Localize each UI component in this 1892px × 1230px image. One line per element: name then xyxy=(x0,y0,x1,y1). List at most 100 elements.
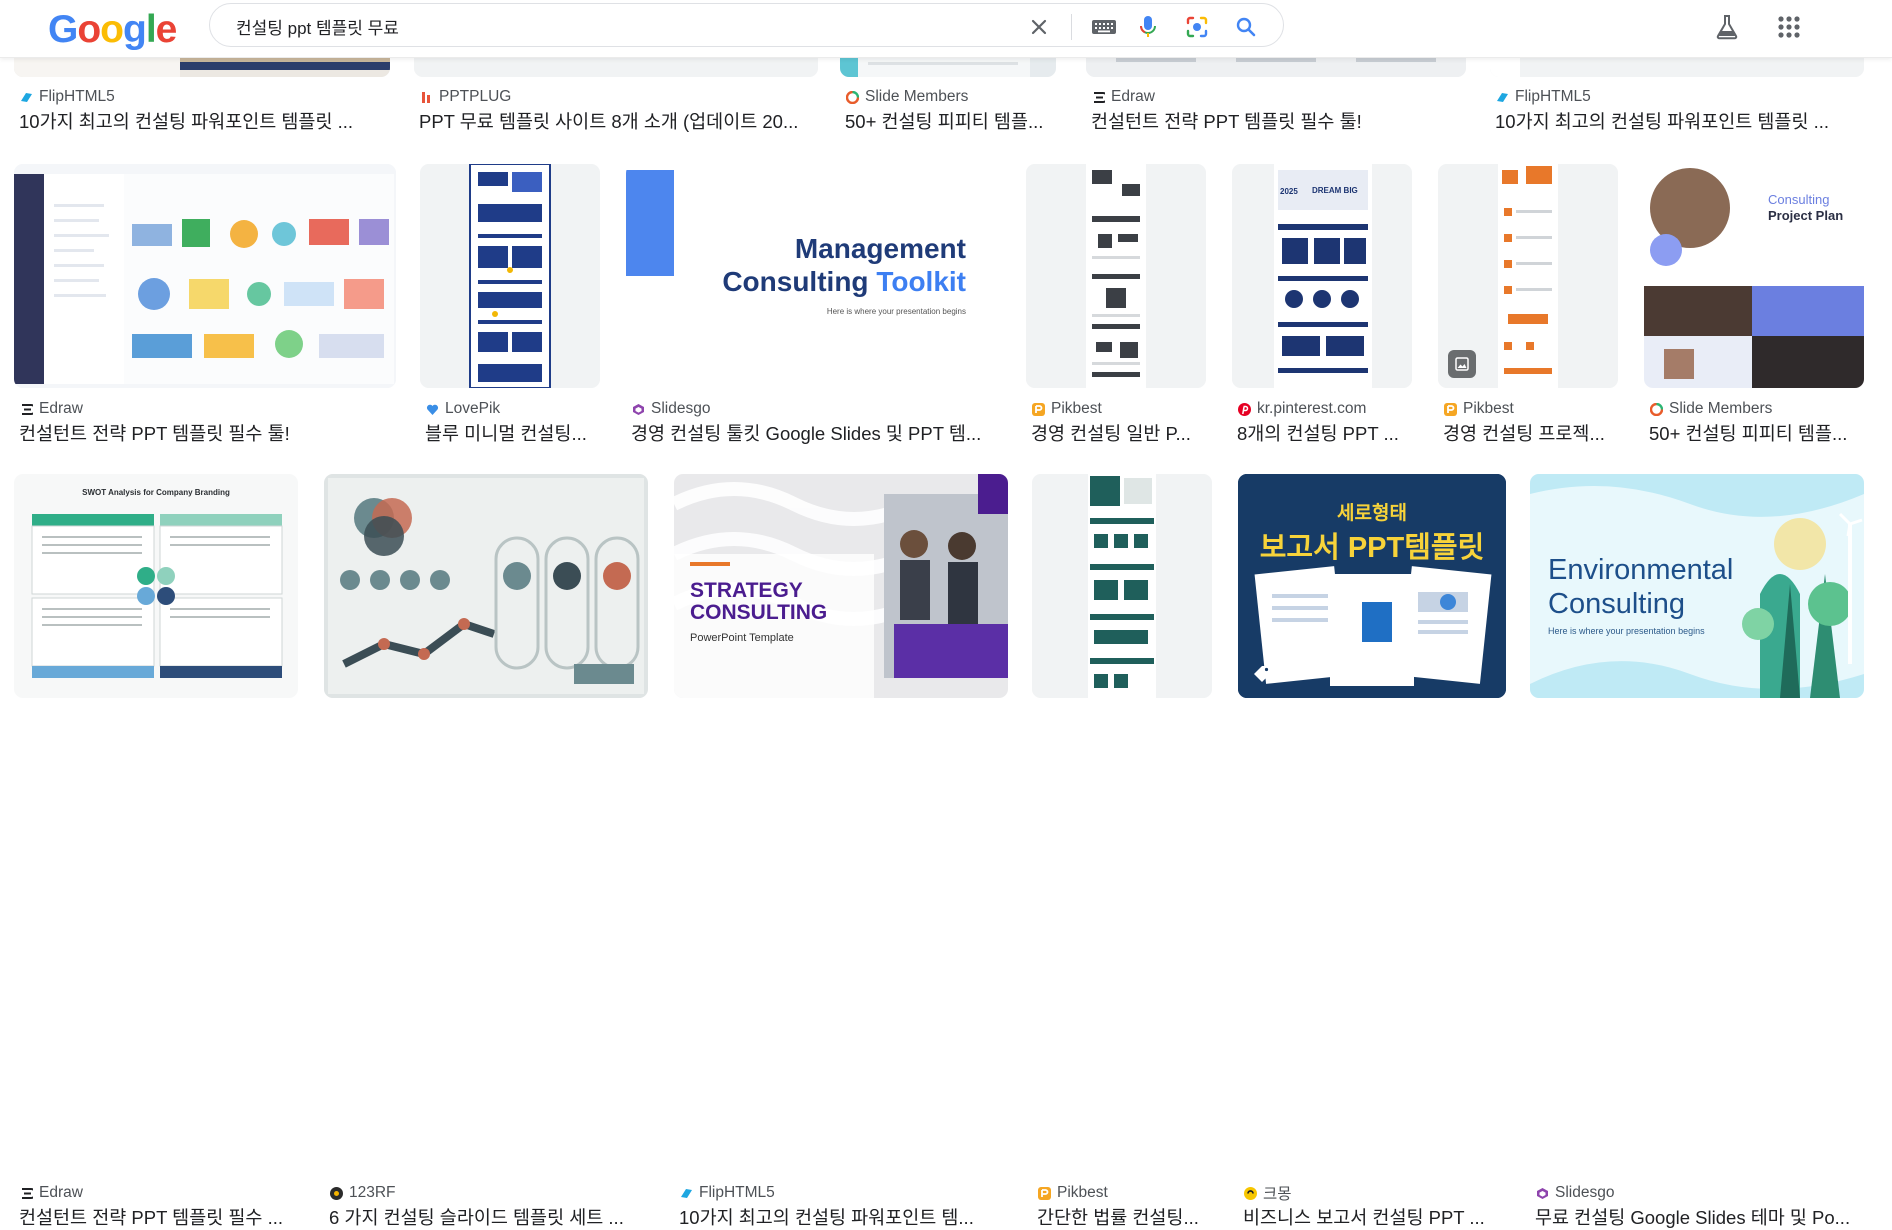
thumb-subtitle: Here is where your presentation begins xyxy=(826,307,966,316)
thumb-heading: Consulting xyxy=(1548,588,1686,620)
result-source: Pikbest xyxy=(1463,400,1514,417)
thumb-heading: Project Plan xyxy=(1768,208,1844,223)
result-source: Slide Members xyxy=(865,88,969,105)
fliphtml5-favicon-icon xyxy=(680,1187,693,1200)
pikbest-favicon-icon xyxy=(1444,402,1457,416)
result-thumbnail[interactable] xyxy=(420,164,600,388)
fliphtml5-favicon-icon xyxy=(20,91,33,104)
result-thumbnail[interactable] xyxy=(1438,164,1618,388)
google-logo-letters: Google xyxy=(48,8,177,52)
result-thumbnail[interactable]: 2025 DREAM BIG xyxy=(1232,164,1412,388)
result-title[interactable]: 컨설턴트 전략 PPT 템플릿 필수 툴! xyxy=(1091,108,1467,134)
logo-letter: g xyxy=(123,8,147,51)
google-lens-icon[interactable] xyxy=(1184,14,1210,40)
close-icon[interactable] xyxy=(1026,14,1052,40)
result-title[interactable]: 경영 컨설팅 툴킷 Google Slides 및 PPT 템... xyxy=(631,420,1001,446)
search-divider xyxy=(1071,14,1072,40)
thumb-heading: Management xyxy=(794,233,966,264)
pinterest-favicon-icon xyxy=(1238,402,1251,416)
slidesgo-favicon-icon xyxy=(1536,1187,1549,1200)
result-title[interactable]: PPT 무료 템플릿 사이트 8개 소개 (업데이트 20... xyxy=(419,108,819,134)
flask-icon[interactable] xyxy=(1710,10,1744,44)
thumb-heading: Consulting xyxy=(1768,192,1830,207)
result-source: LovePik xyxy=(445,400,501,417)
result-source: kr.pinterest.com xyxy=(1257,400,1367,417)
pikbest-favicon-icon xyxy=(1038,1186,1051,1200)
thumb-heading: STRATEGY xyxy=(690,579,803,602)
thumb-heading: Environmental xyxy=(1548,554,1734,586)
result-source: Edraw xyxy=(1111,88,1155,105)
fliphtml5-favicon-icon xyxy=(1496,91,1509,104)
slidemembers-favicon-icon xyxy=(846,90,859,104)
thumb-heading: CONSULTING xyxy=(690,601,828,624)
search-box[interactable] xyxy=(209,3,1284,47)
google-logo[interactable]: Google xyxy=(48,8,177,52)
result-title[interactable]: 간단한 법률 컨설팅... xyxy=(1037,1204,1213,1230)
thumb-subtitle: PowerPoint Template xyxy=(690,632,794,644)
result-source: FlipHTML5 xyxy=(1515,88,1591,105)
result-title[interactable]: 무료 컨설팅 Google Slides 테마 및 Po... xyxy=(1535,1204,1865,1230)
keyboard-icon[interactable] xyxy=(1090,14,1118,40)
thumb-heading-accent: Toolkit xyxy=(876,266,966,297)
logo-letter: l xyxy=(145,8,157,51)
logo-letter: o xyxy=(77,8,101,51)
123rf-favicon-icon xyxy=(330,1186,343,1200)
result-title[interactable]: 6 가지 컨설팅 슬라이드 템플릿 세트 ... xyxy=(329,1204,649,1230)
result-thumbnail[interactable]: Management Consulting Toolkit Here is wh… xyxy=(626,164,1000,388)
microphone-icon[interactable] xyxy=(1135,14,1161,40)
result-title[interactable]: 50+ 컨설팅 피피티 템플... xyxy=(845,108,1057,134)
result-thumbnail[interactable] xyxy=(14,164,396,388)
tag-icon xyxy=(1248,660,1276,688)
result-source: Edraw xyxy=(39,1184,83,1201)
result-thumbnail[interactable]: 세로형태 보고서 PPT템플릿 xyxy=(1238,474,1506,698)
logo-letter: o xyxy=(100,8,124,51)
lovepik-favicon-icon xyxy=(426,403,439,416)
image-badge-icon xyxy=(1448,350,1476,378)
result-source: PPTPLUG xyxy=(439,88,512,105)
edraw-favicon-icon xyxy=(20,403,33,416)
result-title[interactable]: 10가지 최고의 컨설팅 파워포인트 템플릿 ... xyxy=(19,108,391,134)
result-thumbnail[interactable]: STRATEGY CONSULTING PowerPoint Template xyxy=(674,474,1008,698)
result-thumbnail[interactable] xyxy=(1026,164,1206,388)
svg-text:2025: 2025 xyxy=(1280,187,1298,196)
result-source: Edraw xyxy=(39,400,83,417)
result-source: 123RF xyxy=(349,1184,396,1201)
edraw-favicon-icon xyxy=(1092,91,1105,104)
result-source: 크몽 xyxy=(1263,1186,1292,1203)
search-icon[interactable] xyxy=(1233,14,1259,40)
thumb-subtitle: Here is where your presentation begins xyxy=(1548,626,1705,636)
result-title[interactable]: 경영 컨설팅 프로젝... xyxy=(1443,420,1619,446)
result-thumbnail[interactable]: Environmental Consulting Here is where y… xyxy=(1530,474,1864,698)
result-title[interactable]: 컨설턴트 전략 PPT 템플릿 필수 ... xyxy=(19,1204,299,1230)
result-thumbnail[interactable]: SWOT Analysis for Company Branding xyxy=(14,474,298,698)
result-title[interactable]: 10가지 최고의 컨설팅 파워포인트 템... xyxy=(679,1204,1009,1230)
result-source: Slide Members xyxy=(1669,400,1773,417)
search-input[interactable] xyxy=(234,12,1018,40)
result-source: Slidesgo xyxy=(651,400,711,417)
result-thumbnail[interactable] xyxy=(1032,474,1212,698)
result-thumbnail[interactable] xyxy=(324,474,648,698)
slidesgo-favicon-icon xyxy=(632,403,645,416)
thumb-heading: SWOT Analysis for Company Branding xyxy=(82,488,230,497)
logo-letter: G xyxy=(48,8,78,51)
result-title[interactable]: 50+ 컨설팅 피피티 템플... xyxy=(1649,420,1865,446)
thumb-heading: Consulting xyxy=(722,266,869,297)
apps-grid-icon[interactable] xyxy=(1772,10,1806,44)
result-title[interactable]: 10가지 최고의 컨설팅 파워포인트 템플릿 ... xyxy=(1495,108,1865,134)
result-source: Pikbest xyxy=(1051,400,1102,417)
result-title[interactable]: 컨설턴트 전략 PPT 템플릿 필수 툴! xyxy=(19,420,395,446)
kmong-favicon-icon xyxy=(1244,1186,1257,1200)
result-title[interactable]: 블루 미니멀 컨설팅... xyxy=(425,420,601,446)
edraw-favicon-icon xyxy=(20,1187,33,1200)
search-header: Google xyxy=(0,0,1892,58)
result-source: Pikbest xyxy=(1057,1184,1108,1201)
slidemembers-favicon-icon xyxy=(1650,402,1663,416)
result-title[interactable]: 8개의 컨설팅 PPT ... xyxy=(1237,420,1413,446)
result-title[interactable]: 경영 컨설팅 일반 P... xyxy=(1031,420,1207,446)
result-source: FlipHTML5 xyxy=(699,1184,775,1201)
result-source: FlipHTML5 xyxy=(39,88,115,105)
result-thumbnail[interactable]: Consulting Project Plan xyxy=(1644,164,1864,388)
thumb-heading: 세로형태 xyxy=(1337,503,1407,524)
result-title[interactable]: 비즈니스 보고서 컨설팅 PPT ... xyxy=(1243,1204,1507,1230)
result-source: Slidesgo xyxy=(1555,1184,1615,1201)
